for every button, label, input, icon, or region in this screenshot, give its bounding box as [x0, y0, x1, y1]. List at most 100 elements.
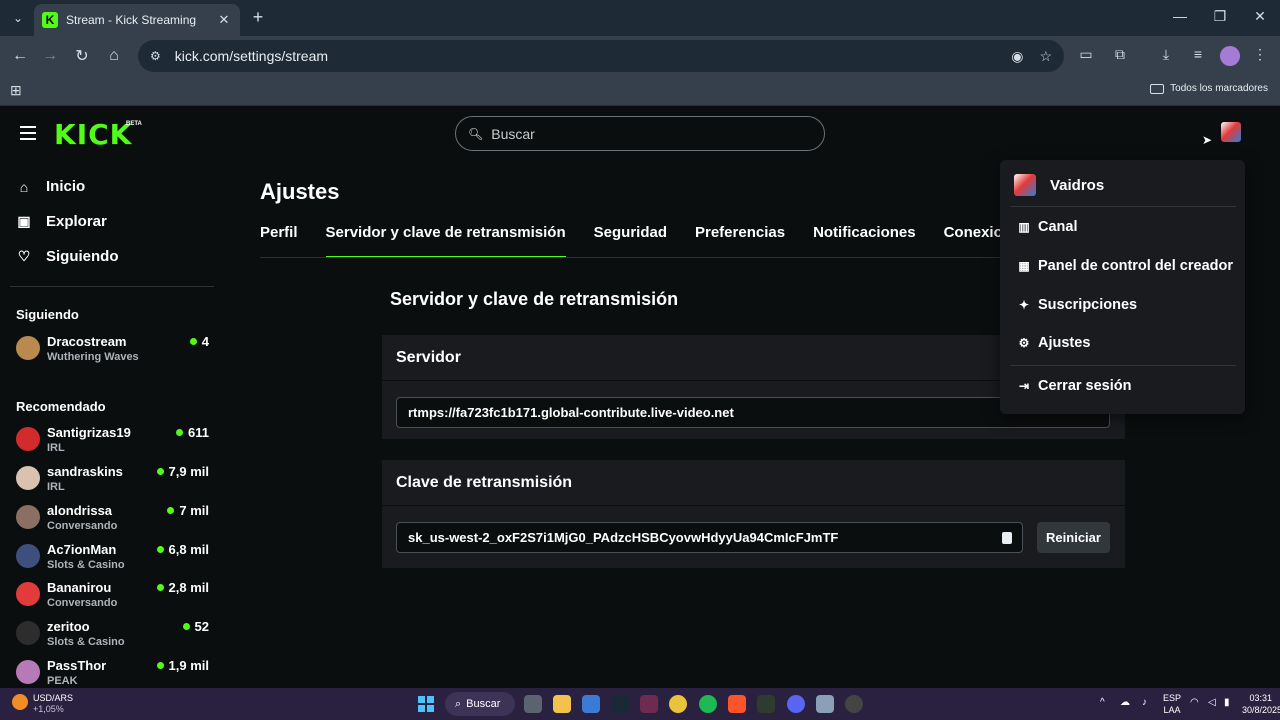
section-title: Servidor y clave de retransmisión	[390, 289, 679, 309]
minimize-button[interactable]: —	[1170, 8, 1190, 28]
site-info-icon[interactable]: ⚙	[150, 49, 161, 63]
close-window-button[interactable]: ✕	[1250, 8, 1270, 28]
channel-item[interactable]: sandraskins IRL 7,9 mil	[16, 464, 212, 498]
menu-item-canal[interactable]: ▥ Canal	[1018, 219, 1077, 235]
tab-close-icon[interactable]: ✕	[216, 12, 232, 28]
app-icon[interactable]	[816, 695, 834, 713]
steam-icon[interactable]	[611, 695, 629, 713]
extensions-icon[interactable]: ⧉	[1110, 46, 1130, 66]
store-icon[interactable]	[582, 695, 600, 713]
home-icon: ⌂	[19, 178, 29, 195]
channel-item[interactable]: zeritoo Slots & Casino 52	[16, 619, 212, 653]
discord-icon[interactable]	[787, 695, 805, 713]
menu-item-creator-dashboard[interactable]: ▦ Panel de control del creador	[1018, 258, 1233, 274]
battery-icon[interactable]: ▮	[1224, 697, 1230, 708]
task-view-icon[interactable]	[524, 695, 542, 713]
live-dot-icon	[189, 338, 197, 345]
search-icon: 🔍︎	[468, 126, 484, 141]
dropdown-user[interactable]: Vaidros	[1014, 174, 1104, 196]
sidebar-item-explorar[interactable]: ▣ Explorar	[16, 213, 106, 230]
clock-date: 30/8/2025	[1242, 705, 1280, 715]
tab-search-button[interactable]: ⌄	[8, 8, 28, 28]
language-indicator[interactable]: ESP LAA	[1163, 692, 1181, 716]
menu-item-ajustes[interactable]: ⚙ Ajustes	[1018, 335, 1091, 351]
tab-seguridad[interactable]: Seguridad	[594, 224, 667, 258]
menu-dots-icon[interactable]: ⋮	[1250, 46, 1270, 66]
tab-preferencias[interactable]: Preferencias	[695, 224, 785, 258]
url-text[interactable]: kick.com/settings/stream	[175, 48, 995, 64]
viewer-count: 611	[176, 425, 209, 440]
brave-icon[interactable]	[728, 695, 746, 713]
download-icon[interactable]: ⤓	[1156, 46, 1176, 66]
dropdown-divider	[1010, 206, 1236, 207]
browser-tab-bar: ⌄ K Stream - Kick Streaming ✕ + — ❐ ✕	[0, 0, 1280, 36]
channel-item[interactable]: alondrissa Conversando 7 mil	[16, 503, 212, 537]
file-explorer-icon[interactable]	[553, 695, 571, 713]
reset-key-button[interactable]: Reiniciar	[1037, 522, 1110, 553]
user-dropdown-menu: Vaidros ▥ Canal ▦ Panel de control del c…	[1000, 160, 1245, 414]
browse-icon: ▣	[17, 213, 31, 229]
taskbar-search[interactable]: ⌕ Buscar	[445, 692, 515, 716]
channel-item[interactable]: Dracostream Wuthering Waves 4	[16, 334, 212, 368]
media-control-icon[interactable]: ≡	[1188, 46, 1208, 66]
sidebar-item-siguiendo[interactable]: ♡ Siguiendo	[16, 248, 119, 265]
taskbar-clock[interactable]: 03:31 30/8/2025	[1242, 692, 1280, 716]
beta-badge: BETA	[126, 121, 142, 127]
chrome-icon[interactable]	[669, 695, 687, 713]
avatar	[16, 427, 40, 451]
channel-item[interactable]: Ac7ionMan Slots & Casino 6,8 mil	[16, 542, 212, 576]
channel-name: PassThor	[47, 658, 107, 673]
spotify-icon[interactable]	[699, 695, 717, 713]
mic-icon[interactable]: ♪	[1142, 697, 1147, 708]
copy-icon[interactable]	[1002, 532, 1012, 544]
reload-icon[interactable]: ↻	[70, 44, 94, 68]
channel-item[interactable]: PassThor PEAK 1,9 mil	[16, 658, 212, 688]
browser-toolbar: ← → ↻ ⌂ ⚙ kick.com/settings/stream ◉ ☆ ▭…	[0, 36, 1280, 76]
volume-icon[interactable]: ◁	[1208, 697, 1216, 708]
tab-notificaciones[interactable]: Notificaciones	[813, 224, 916, 258]
channel-item[interactable]: Bananirou Conversando 2,8 mil	[16, 580, 212, 614]
sidebar-item-label: Siguiendo	[46, 248, 119, 265]
search-input[interactable]: 🔍︎ Buscar	[455, 116, 825, 151]
new-tab-button[interactable]: +	[248, 8, 268, 28]
tabs-divider	[260, 257, 1000, 258]
channel-category: Conversando	[47, 597, 118, 609]
cast-icon[interactable]: ▭	[1076, 46, 1096, 66]
eye-off-icon[interactable]: ◉	[1011, 48, 1023, 65]
app-icon[interactable]	[845, 695, 863, 713]
tab-perfil[interactable]: Perfil	[260, 224, 298, 258]
avatar	[16, 621, 40, 645]
server-url-value: rtmps://fa723fc1b171.global-contribute.l…	[408, 405, 734, 420]
app-icon[interactable]	[640, 695, 658, 713]
kick-logo[interactable]: KICK	[54, 118, 132, 151]
menu-item-suscripciones[interactable]: ✦ Suscripciones	[1018, 297, 1137, 313]
stream-key-field[interactable]: sk_us-west-2_oxF2S7i1MjG0_PAdzcHSBCyovwH…	[396, 522, 1023, 553]
menu-item-logout[interactable]: ⇥ Cerrar sesión	[1018, 378, 1132, 394]
all-bookmarks-button[interactable]: Todos los marcadores	[1150, 83, 1268, 94]
hamburger-menu-icon[interactable]	[20, 126, 36, 140]
user-avatar-button[interactable]	[1221, 122, 1241, 142]
ticker-widget[interactable]: USD/ARS +1,05%	[33, 693, 73, 715]
bookmark-star-icon[interactable]: ☆	[1039, 48, 1052, 65]
home-icon[interactable]: ⌂	[102, 44, 126, 68]
apps-grid-icon[interactable]: ⊞	[10, 82, 22, 99]
channel-item[interactable]: Santigrizas19 IRL 611	[16, 425, 212, 459]
tab-servidor-y-clave[interactable]: Servidor y clave de retransmisión	[325, 224, 566, 258]
steam-tray-icon[interactable]: ☁	[1120, 697, 1130, 708]
wifi-icon[interactable]: ◠	[1190, 697, 1199, 708]
avatar	[16, 505, 40, 529]
address-bar[interactable]: ⚙ kick.com/settings/stream ◉ ☆	[138, 40, 1064, 72]
channel-category: IRL	[47, 481, 65, 493]
windows-start-icon[interactable]	[418, 696, 434, 712]
windows-taskbar: USD/ARS +1,05% ⌕ Buscar ^ ☁ ♪ ESP LAA ◠ …	[0, 688, 1280, 720]
back-arrow-icon[interactable]: ←	[8, 44, 32, 68]
channel-name: alondrissa	[47, 503, 113, 518]
tray-chevron-icon[interactable]: ^	[1100, 697, 1105, 708]
sidebar-item-inicio[interactable]: ⌂ Inicio	[16, 178, 85, 195]
profile-avatar[interactable]	[1220, 46, 1240, 66]
forward-arrow-icon[interactable]: →	[38, 44, 62, 68]
maximize-button[interactable]: ❐	[1210, 8, 1230, 28]
heart-icon: ♡	[17, 248, 31, 264]
browser-tab[interactable]: K Stream - Kick Streaming ✕	[34, 4, 240, 36]
nvidia-icon[interactable]	[757, 695, 775, 713]
